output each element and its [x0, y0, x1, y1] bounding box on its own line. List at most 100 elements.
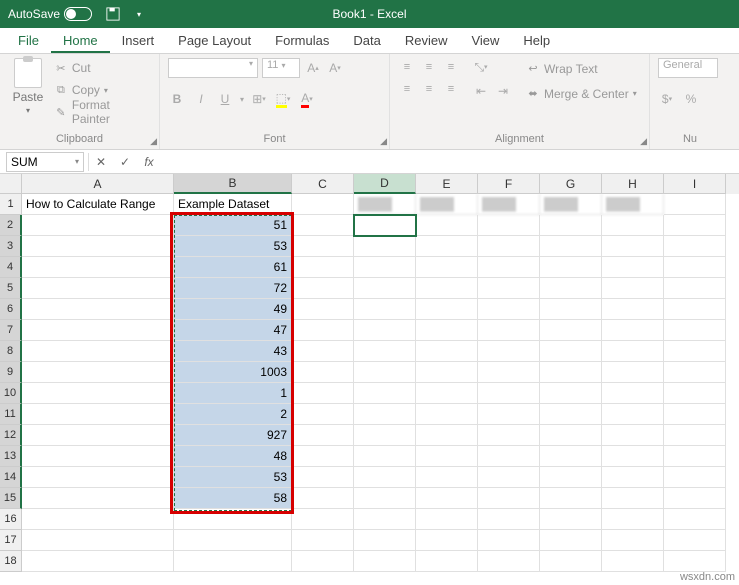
cell-G2[interactable]	[540, 215, 602, 236]
font-size-select[interactable]: 11 ▾	[262, 58, 300, 78]
cell-G14[interactable]	[540, 467, 602, 488]
cell-A10[interactable]	[22, 383, 174, 404]
cell-E17[interactable]	[416, 530, 478, 551]
cell-F13[interactable]	[478, 446, 540, 467]
cell-E7[interactable]	[416, 320, 478, 341]
col-header-A[interactable]: A	[22, 174, 174, 194]
cell-B14[interactable]: 53	[174, 467, 292, 488]
cell-E18[interactable]	[416, 551, 478, 572]
row-header-14[interactable]: 14	[0, 467, 22, 488]
cell-A15[interactable]	[22, 488, 174, 509]
cell-F18[interactable]	[478, 551, 540, 572]
cell-C6[interactable]	[292, 299, 354, 320]
cell-C9[interactable]	[292, 362, 354, 383]
spreadsheet-grid[interactable]: A B C D E F G H I 1How to Calculate Rang…	[0, 174, 739, 572]
cell-I2[interactable]	[664, 215, 726, 236]
cell-F8[interactable]	[478, 341, 540, 362]
font-color-button[interactable]: A▾	[298, 90, 316, 108]
col-header-E[interactable]: E	[416, 174, 478, 194]
row-header-18[interactable]: 18	[0, 551, 22, 572]
number-format-select[interactable]: General	[658, 58, 718, 78]
cell-D10[interactable]	[354, 383, 416, 404]
cell-G10[interactable]	[540, 383, 602, 404]
cell-G6[interactable]	[540, 299, 602, 320]
cell-D1[interactable]: ████	[354, 194, 416, 215]
currency-icon[interactable]: $▾	[658, 90, 676, 108]
format-painter-button[interactable]: ✎Format Painter	[54, 102, 151, 122]
cell-A17[interactable]	[22, 530, 174, 551]
col-header-C[interactable]: C	[292, 174, 354, 194]
cell-B18[interactable]	[174, 551, 292, 572]
cell-I17[interactable]	[664, 530, 726, 551]
cell-H11[interactable]	[602, 404, 664, 425]
cell-B2[interactable]: 51	[174, 215, 292, 236]
font-name-select[interactable]: ▾	[168, 58, 258, 78]
cell-H12[interactable]	[602, 425, 664, 446]
merge-center-button[interactable]: ⬌Merge & Center▾	[526, 83, 637, 104]
cell-B8[interactable]: 43	[174, 341, 292, 362]
cell-B11[interactable]: 2	[174, 404, 292, 425]
cell-C2[interactable]	[292, 215, 354, 236]
cell-B4[interactable]: 61	[174, 257, 292, 278]
cell-H8[interactable]	[602, 341, 664, 362]
cell-B13[interactable]: 48	[174, 446, 292, 467]
cell-B3[interactable]: 53	[174, 236, 292, 257]
orientation-button[interactable]: ⤡▾	[472, 58, 490, 76]
cell-A1[interactable]: How to Calculate Range	[22, 194, 174, 215]
cell-E14[interactable]	[416, 467, 478, 488]
accept-formula-button[interactable]: ✓	[113, 152, 137, 172]
cell-I18[interactable]	[664, 551, 726, 572]
cell-H14[interactable]	[602, 467, 664, 488]
cell-H1[interactable]: ████	[602, 194, 664, 215]
cell-D7[interactable]	[354, 320, 416, 341]
cell-I14[interactable]	[664, 467, 726, 488]
cell-F5[interactable]	[478, 278, 540, 299]
cell-A9[interactable]	[22, 362, 174, 383]
cell-I10[interactable]	[664, 383, 726, 404]
cell-D4[interactable]	[354, 257, 416, 278]
cell-E10[interactable]	[416, 383, 478, 404]
align-top-icon[interactable]: ≡	[398, 58, 416, 76]
cell-F2[interactable]	[478, 215, 540, 236]
cell-C12[interactable]	[292, 425, 354, 446]
paste-button[interactable]: Paste ▾	[8, 58, 48, 115]
cell-E5[interactable]	[416, 278, 478, 299]
wrap-text-button[interactable]: ↩Wrap Text	[526, 58, 637, 79]
cell-D9[interactable]	[354, 362, 416, 383]
row-header-2[interactable]: 2	[0, 215, 22, 236]
cell-H17[interactable]	[602, 530, 664, 551]
cell-D8[interactable]	[354, 341, 416, 362]
cell-A12[interactable]	[22, 425, 174, 446]
cell-B16[interactable]	[174, 509, 292, 530]
cell-A11[interactable]	[22, 404, 174, 425]
cell-H2[interactable]	[602, 215, 664, 236]
menu-data[interactable]: Data	[341, 29, 392, 53]
cell-G18[interactable]	[540, 551, 602, 572]
cell-C18[interactable]	[292, 551, 354, 572]
cell-C16[interactable]	[292, 509, 354, 530]
cell-G8[interactable]	[540, 341, 602, 362]
cell-E1[interactable]: ████	[416, 194, 478, 215]
cell-E4[interactable]	[416, 257, 478, 278]
cell-H13[interactable]	[602, 446, 664, 467]
cell-F1[interactable]: ████	[478, 194, 540, 215]
autosave-toggle[interactable]: AutoSave	[0, 7, 100, 21]
decrease-font-icon[interactable]: A▾	[326, 59, 344, 77]
cell-C15[interactable]	[292, 488, 354, 509]
cell-I16[interactable]	[664, 509, 726, 530]
col-header-D[interactable]: D	[354, 174, 416, 194]
cell-F3[interactable]	[478, 236, 540, 257]
cell-G7[interactable]	[540, 320, 602, 341]
cell-C17[interactable]	[292, 530, 354, 551]
cell-H7[interactable]	[602, 320, 664, 341]
align-center-icon[interactable]: ≡	[420, 80, 438, 98]
cell-C13[interactable]	[292, 446, 354, 467]
cell-F12[interactable]	[478, 425, 540, 446]
align-right-icon[interactable]: ≡	[442, 80, 460, 98]
cell-G11[interactable]	[540, 404, 602, 425]
fill-color-button[interactable]: ⬚▾	[274, 90, 292, 108]
cell-A6[interactable]	[22, 299, 174, 320]
dialog-launcher-icon[interactable]: ◢	[380, 136, 387, 147]
row-header-11[interactable]: 11	[0, 404, 22, 425]
cell-F14[interactable]	[478, 467, 540, 488]
